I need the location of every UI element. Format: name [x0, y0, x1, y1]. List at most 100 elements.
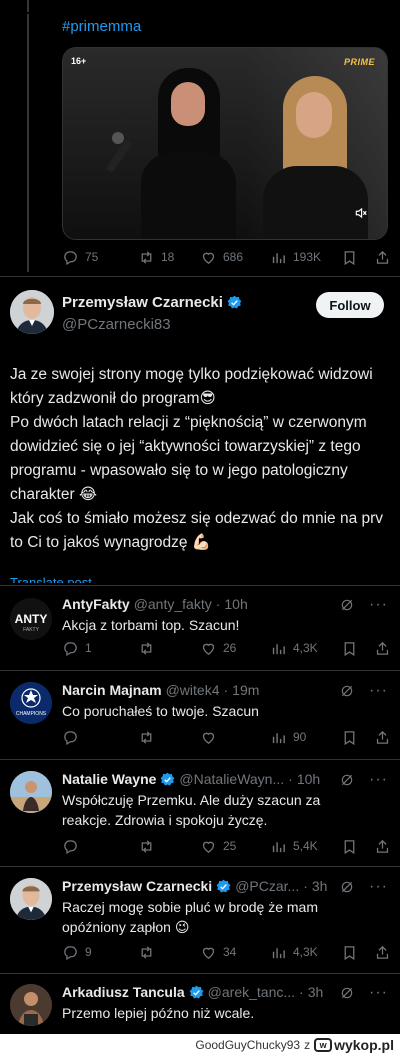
grok-icon[interactable]: [339, 683, 355, 699]
views-button[interactable]: 4,3K: [270, 944, 318, 961]
share-button[interactable]: [374, 640, 391, 657]
translate-link[interactable]: Translate post: [10, 574, 92, 583]
share-button[interactable]: [374, 944, 391, 961]
retweet-button[interactable]: [138, 640, 161, 657]
reply-author-handle[interactable]: @arek_tanc...: [208, 984, 295, 1000]
avatar[interactable]: CHAMPIONS: [10, 682, 52, 724]
views-button[interactable]: 4,3K: [270, 640, 318, 657]
reply-time[interactable]: 10h: [224, 596, 247, 612]
reply-author-name[interactable]: Przemysław Czarnecki: [62, 878, 212, 894]
reply-header: Narcin Majnam @witek4 · 19m: [62, 682, 259, 698]
avatar-image: [10, 878, 52, 920]
more-options-icon[interactable]: ···: [369, 984, 388, 1002]
avatar[interactable]: [10, 290, 54, 334]
retweet-icon: [141, 250, 152, 264]
reply-author-name[interactable]: Arkadiusz Tancula: [62, 984, 185, 1000]
follow-button[interactable]: Follow: [316, 292, 384, 318]
like-button[interactable]: 34: [200, 944, 236, 961]
retweet-button[interactable]: [138, 944, 161, 961]
reply-tweet[interactable]: Arkadiusz Tancula @arek_tanc... · 3h ···…: [0, 978, 400, 1034]
reply-icon: [64, 641, 77, 656]
video-person-left-body: [141, 153, 236, 239]
reply-menu-icons: ···: [339, 878, 388, 896]
analytics-icon: [272, 732, 285, 743]
reply-text: Co poruchałeś to twoje. Szacun: [62, 703, 259, 719]
reply-button[interactable]: [62, 838, 85, 855]
grok-icon[interactable]: [339, 597, 355, 613]
retweet-icon: [141, 839, 152, 853]
more-options-icon[interactable]: ···: [369, 878, 388, 896]
reply-author-name[interactable]: Natalie Wayne: [62, 771, 156, 787]
reply-menu-icons: ···: [339, 984, 388, 1002]
views-button[interactable]: 90: [270, 729, 306, 746]
more-options-icon[interactable]: ···: [369, 682, 388, 700]
avatar[interactable]: [10, 984, 52, 1026]
thread-line: [27, 0, 29, 12]
retweet-button[interactable]: 18: [138, 249, 174, 266]
reply-button[interactable]: 75: [62, 249, 98, 266]
mute-button[interactable]: [349, 201, 373, 225]
retweet-button[interactable]: [138, 838, 161, 855]
reply-button[interactable]: [62, 729, 85, 746]
share-icon: [376, 641, 389, 655]
bookmark-button[interactable]: [341, 640, 358, 657]
share-button[interactable]: [374, 838, 391, 855]
dot-separator: ·: [215, 596, 221, 612]
reply-button[interactable]: 9: [62, 944, 92, 961]
reply-time[interactable]: 3h: [312, 878, 328, 894]
heart-icon: [202, 252, 215, 264]
hashtag-link[interactable]: #primemma: [62, 18, 141, 35]
champions-league-logo: CHAMPIONS: [10, 682, 52, 724]
avatar-image: [10, 771, 52, 813]
reply-time[interactable]: 3h: [308, 984, 324, 1000]
like-button[interactable]: [200, 729, 223, 746]
avatar[interactable]: [10, 878, 52, 920]
reply-time[interactable]: 19m: [232, 682, 259, 698]
avatar[interactable]: [10, 771, 52, 813]
reply-button[interactable]: 1: [62, 640, 92, 657]
reply-time[interactable]: 10h: [297, 771, 320, 787]
like-button[interactable]: 686: [200, 249, 243, 266]
avatar[interactable]: ANTY FAKTY: [10, 598, 52, 640]
views-button[interactable]: 193K: [270, 249, 321, 266]
author-handle[interactable]: @PCzarnecki83: [62, 316, 171, 333]
like-button[interactable]: 26: [200, 640, 236, 657]
share-button[interactable]: [374, 249, 391, 266]
reply-author-handle[interactable]: @PCzar...: [235, 878, 299, 894]
bookmark-button[interactable]: [341, 729, 358, 746]
more-options-icon[interactable]: ···: [369, 596, 388, 614]
reply-author-handle[interactable]: @witek4: [166, 682, 220, 698]
grok-icon[interactable]: [339, 985, 355, 1001]
reply-count: 75: [85, 250, 99, 264]
bookmark-button[interactable]: [341, 249, 358, 266]
more-options-icon[interactable]: ···: [369, 771, 388, 789]
reply-author-handle[interactable]: @anty_fakty: [134, 596, 212, 612]
divider: [0, 670, 400, 671]
verified-badge-icon: [161, 772, 175, 785]
retweet-button[interactable]: [138, 729, 161, 746]
share-icon: [376, 839, 389, 853]
reply-count: 1: [85, 641, 92, 655]
grok-icon[interactable]: [339, 879, 355, 895]
bookmark-button[interactable]: [341, 838, 358, 855]
reply-author-name[interactable]: AntyFakty: [62, 596, 130, 612]
share-button[interactable]: [374, 729, 391, 746]
author-name[interactable]: Przemysław Czarnecki: [62, 294, 242, 311]
dot-separator: ·: [288, 771, 293, 787]
views-button[interactable]: 5,4K: [270, 838, 318, 855]
like-button[interactable]: 25: [200, 838, 236, 855]
reply-menu-icons: ···: [339, 771, 388, 789]
reply-text: Akcja z torbami top. Szacun!: [62, 617, 240, 633]
video-person-left-face: [171, 82, 205, 126]
reply-count: 9: [85, 945, 92, 959]
reply-menu-icons: ···: [339, 596, 388, 614]
avatar-image: [10, 984, 52, 1026]
reply-author-handle[interactable]: @NatalieWayn...: [179, 771, 284, 787]
share-icon: [376, 945, 389, 959]
dot-separator: ·: [303, 878, 308, 894]
reply-author-name[interactable]: Narcin Majnam: [62, 682, 162, 698]
grok-icon[interactable]: [339, 772, 355, 788]
dot-separator: ·: [223, 682, 229, 698]
video-player[interactable]: 16+ PRIME: [62, 47, 388, 240]
bookmark-button[interactable]: [341, 944, 358, 961]
